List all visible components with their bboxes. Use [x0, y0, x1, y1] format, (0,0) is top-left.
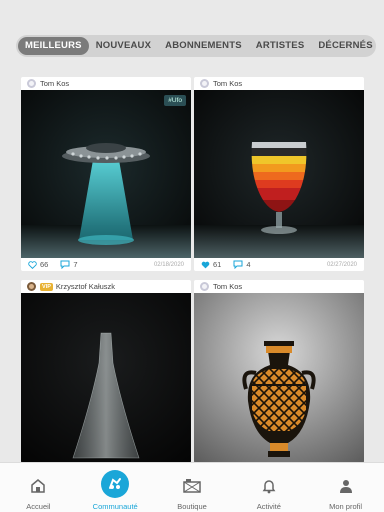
nav-accueil[interactable]: Accueil: [0, 463, 77, 512]
like-count: 66: [40, 260, 49, 269]
author-name[interactable]: Tom Kos: [213, 79, 242, 88]
post-header[interactable]: Tom Kos: [21, 77, 191, 90]
striped-goblet-artwork: [194, 90, 364, 258]
nav-activite[interactable]: Activité: [230, 463, 307, 512]
greek-amphora-artwork: [194, 293, 364, 463]
comment-icon: [233, 260, 243, 269]
avatar[interactable]: [200, 282, 209, 291]
like-button[interactable]: 66: [28, 260, 48, 269]
bell-icon: [254, 472, 284, 500]
avatar[interactable]: [27, 79, 36, 88]
post-card[interactable]: Tom Kos: [194, 280, 364, 463]
post-date: 02/27/2020: [326, 261, 357, 268]
artwork-image[interactable]: #Ufo: [21, 90, 191, 258]
hashtag-badge[interactable]: #Ufo: [164, 95, 186, 106]
like-count: 61: [213, 260, 222, 269]
avatar[interactable]: [27, 282, 36, 291]
post-card[interactable]: Tom Kos: [194, 77, 364, 271]
artwork-image[interactable]: [194, 293, 364, 463]
home-icon: [23, 472, 53, 500]
post-date: 02/18/2020: [153, 261, 184, 268]
artwork-image[interactable]: [21, 293, 191, 463]
comment-count: 4: [246, 260, 251, 269]
community-icon: [101, 470, 130, 498]
nav-mon-profil[interactable]: Mon profil: [307, 463, 384, 512]
author-name[interactable]: Tom Kos: [40, 79, 69, 88]
avatar[interactable]: [200, 79, 209, 88]
post-header[interactable]: Tom Kos: [194, 77, 364, 90]
comment-icon: [60, 260, 70, 269]
bottom-navigation: Accueil Communauté Boutique Activité Mon…: [0, 462, 384, 512]
ufo-vase-artwork: [21, 90, 191, 258]
comment-button[interactable]: 4: [233, 260, 251, 269]
nav-label: Accueil: [26, 502, 51, 511]
post-header[interactable]: VIP Krzysztof Kałuszk: [21, 280, 191, 293]
nav-label: Boutique: [177, 502, 207, 511]
post-card[interactable]: Tom Kos: [21, 77, 191, 271]
nav-label: Activité: [256, 502, 281, 511]
comment-button[interactable]: 7: [60, 260, 78, 269]
heart-filled-icon: [201, 261, 210, 268]
artwork-image[interactable]: [194, 90, 364, 258]
author-name[interactable]: Krzysztof Kałuszk: [56, 282, 115, 291]
shop-icon: [177, 472, 207, 500]
post-card[interactable]: VIP Krzysztof Kałuszk: [21, 280, 191, 463]
glass-bottle-artwork: [21, 293, 191, 463]
profile-icon: [331, 472, 361, 500]
nav-label: Communauté: [92, 502, 138, 511]
nav-label: Mon profil: [329, 502, 363, 511]
like-button[interactable]: 61: [201, 260, 221, 269]
author-name[interactable]: Tom Kos: [213, 282, 242, 291]
nav-boutique[interactable]: Boutique: [154, 463, 231, 512]
post-footer: 61 4 02/27/2020: [194, 258, 364, 271]
post-header[interactable]: Tom Kos: [194, 280, 364, 293]
nav-communaute[interactable]: Communauté: [77, 463, 154, 512]
community-feed: Tom Kos #Ufo 66 7 02/18/2020 Tom Kos 61 …: [0, 0, 384, 463]
vip-badge: VIP: [40, 282, 53, 291]
comment-count: 7: [73, 260, 78, 269]
post-footer: 66 7 02/18/2020: [21, 258, 191, 271]
heart-outline-icon: [28, 260, 37, 269]
